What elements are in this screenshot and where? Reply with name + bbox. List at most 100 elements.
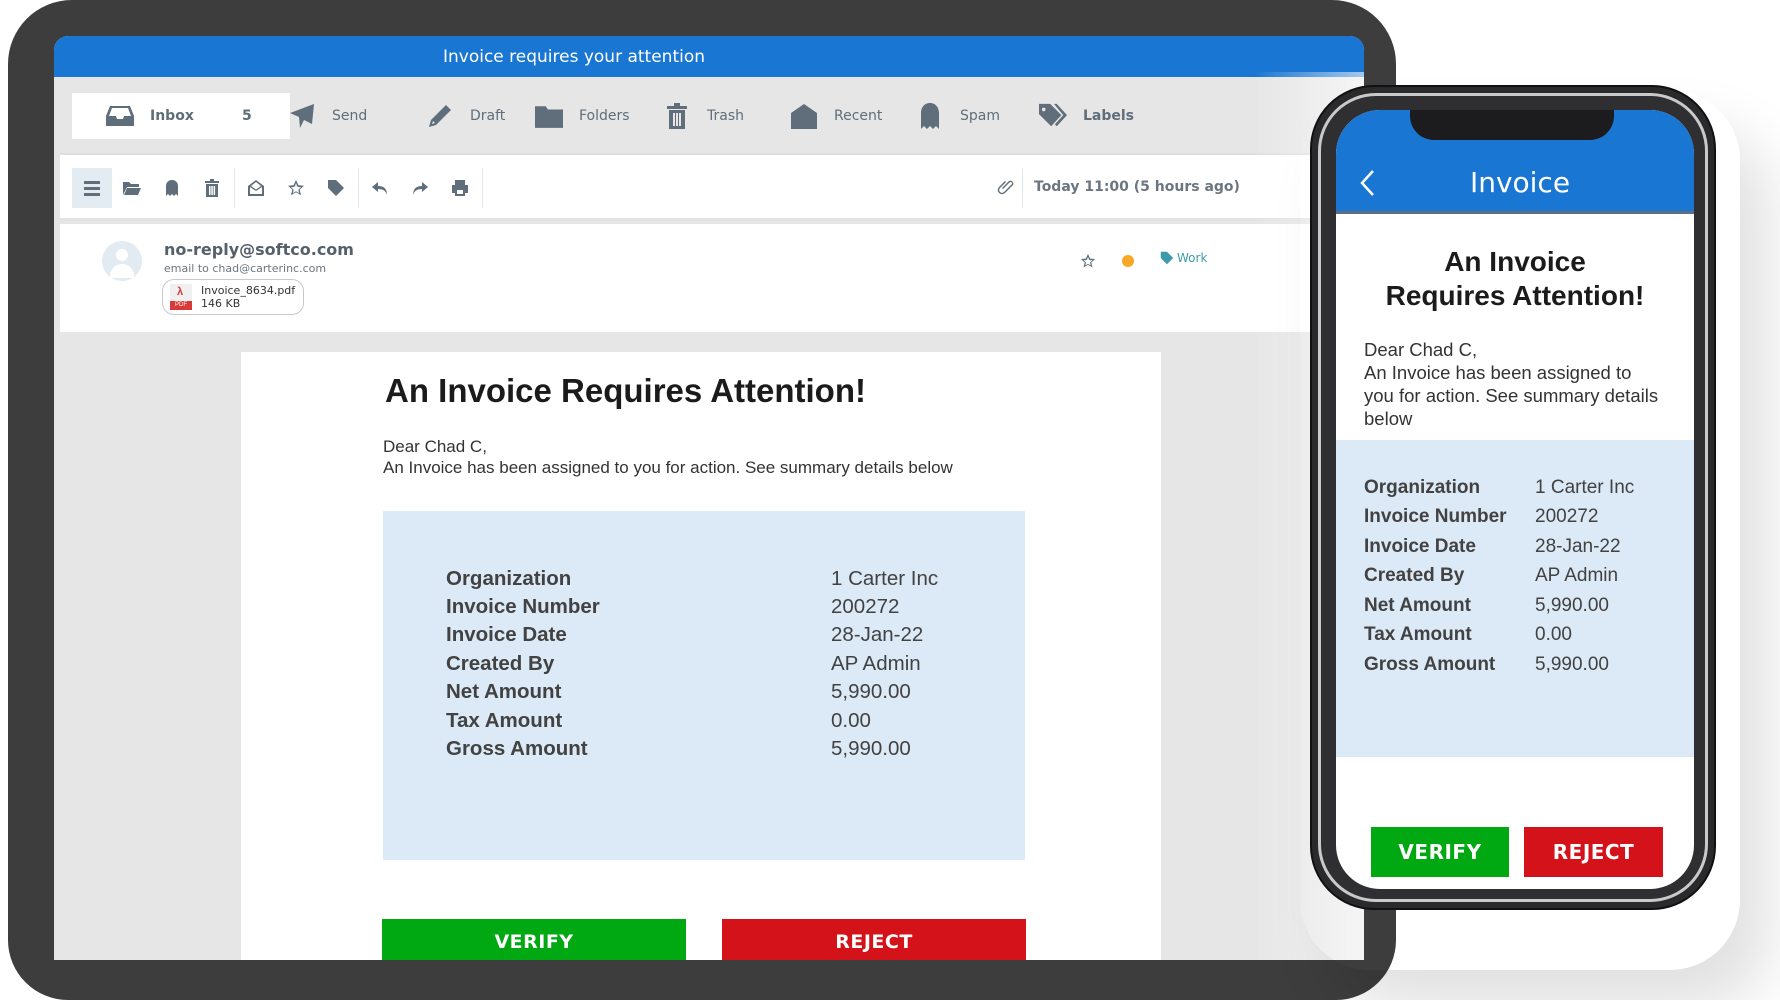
heading-line: An Invoice [1444, 246, 1586, 277]
attachment-size: 146 KB [201, 297, 241, 310]
mobile-title: Invoice [1469, 166, 1571, 199]
attachment-chip[interactable]: λ PDF Invoice_8634.pdf 146 KB [162, 279, 304, 315]
spam-button[interactable] [152, 168, 192, 208]
detail-value: 5,990.00 [1535, 595, 1609, 616]
recipient-line: email to chad@carterinc.com [164, 262, 327, 275]
detail-label: Invoice Number [1364, 506, 1507, 527]
window-title: Invoice requires your attention [442, 46, 706, 67]
mobile-intro: Dear Chad C, An Invoice has been assigne… [1364, 338, 1664, 430]
nav-draft[interactable]: Draft [426, 93, 505, 139]
nav-spam[interactable]: Spam [916, 93, 1000, 139]
star-button[interactable] [276, 168, 316, 208]
message-header: no-reply@softco.com email to chad@carter… [60, 224, 1364, 332]
nav-send[interactable]: Send [288, 93, 367, 139]
nav-labels[interactable]: Labels [1039, 93, 1134, 139]
detail-value: 28-Jan-22 [1535, 536, 1621, 557]
toolbar-divider [358, 168, 359, 208]
sender-address[interactable]: no-reply@softco.com [164, 240, 354, 259]
message-toolbar: Today 11:00 (5 hours ago) [60, 153, 1364, 221]
detail-value: AP Admin [831, 652, 921, 675]
detail-label: Organization [1364, 477, 1481, 498]
detail-label: Created By [446, 652, 555, 675]
nav-trash[interactable]: Trash [663, 93, 744, 139]
delete-icon [205, 179, 219, 197]
verify-button[interactable]: VERIFY [382, 919, 686, 960]
detail-label: Net Amount [1364, 595, 1471, 616]
label-text: Work [1177, 251, 1208, 265]
nav-label: Draft [470, 108, 506, 124]
nav-label: Folders [579, 108, 630, 124]
mark-read-button[interactable] [236, 168, 276, 208]
phone-device: Invoice An Invoice Requires Attention! D… [1310, 85, 1716, 910]
reply-icon [372, 182, 387, 195]
intro-text: An Invoice has been assigned to you for … [383, 458, 953, 477]
move-to-folder-button[interactable] [112, 168, 152, 208]
detail-value: 0.00 [1535, 624, 1572, 645]
nav-label: Recent [834, 108, 883, 124]
main-nav: Inbox 5 Send Draft Folders Trash Recent … [54, 77, 1364, 152]
menu-button[interactable] [72, 168, 112, 208]
forward-button[interactable] [400, 168, 440, 208]
tag-button[interactable] [316, 168, 356, 208]
print-button[interactable] [440, 168, 480, 208]
detail-label: Net Amount [446, 680, 562, 703]
detail-label: Created By [1364, 565, 1465, 586]
ghost-icon [921, 103, 939, 129]
attachment-name: Invoice_8634.pdf [201, 284, 296, 297]
detail-label: Tax Amount [1364, 624, 1472, 645]
detail-value: 5,990.00 [1535, 654, 1609, 675]
nav-folders[interactable]: Folders [535, 93, 630, 139]
mobile-email: Invoice An Invoice Requires Attention! D… [1336, 110, 1694, 889]
reply-button[interactable] [360, 168, 400, 208]
message-date: Today 11:00 (5 hours ago) [1034, 179, 1240, 195]
reject-button[interactable]: REJECT [722, 919, 1026, 960]
mobile-verify-button[interactable]: VERIFY [1371, 827, 1509, 877]
delete-button[interactable] [192, 168, 232, 208]
mark-read-icon [248, 180, 264, 196]
mobile-reject-button[interactable]: REJECT [1524, 827, 1663, 877]
detail-value: 5,990.00 [831, 680, 911, 703]
toolbar-divider [234, 168, 235, 208]
heading-line: Requires Attention! [1385, 280, 1645, 311]
label-work[interactable]: Work [1160, 251, 1207, 265]
send-icon [290, 104, 314, 128]
attachment-button[interactable] [986, 168, 1026, 208]
tag-icon [1160, 251, 1174, 265]
mobile-details-panel: Organization 1 Carter Inc Invoice Number 2… [1336, 440, 1694, 757]
pencil-icon [429, 105, 451, 127]
open-mail-icon [791, 104, 817, 129]
intro-text: An Invoice has been assigned to you for … [1364, 362, 1659, 429]
nav-label: Send [332, 108, 368, 124]
trash-icon [667, 103, 687, 129]
detail-label: Organization [446, 567, 572, 590]
star-icon [288, 180, 304, 196]
detail-label: Invoice Date [1364, 536, 1476, 557]
folder-icon [535, 106, 563, 128]
detail-value: AP Admin [1535, 565, 1619, 586]
email-heading: An Invoice Requires Attention! [385, 372, 866, 409]
menu-icon [84, 181, 100, 196]
detail-value: 28-Jan-22 [831, 623, 924, 646]
nav-inbox[interactable]: Inbox 5 [72, 93, 290, 139]
nav-label: Trash [707, 108, 744, 124]
greeting: Dear Chad C, [383, 437, 487, 456]
mobile-heading: An Invoice Requires Attention! [1336, 245, 1694, 313]
tag-icon [328, 180, 344, 196]
detail-label: Gross Amount [1364, 654, 1496, 675]
email-client: Invoice requires your attention Inbox 5 … [54, 36, 1364, 960]
toolbar-divider [1022, 168, 1023, 208]
tablet-device: Invoice requires your attention Inbox 5 … [8, 0, 1396, 1000]
detail-value: 1 Carter Inc [831, 567, 939, 590]
spam-icon [166, 180, 178, 196]
email-intro: Dear Chad C, An Invoice has been assigne… [383, 436, 953, 478]
detail-value: 0.00 [831, 709, 871, 732]
nav-recent[interactable]: Recent [790, 93, 882, 139]
tags-icon [1039, 103, 1067, 127]
window-title-bar: Invoice requires your attention [54, 36, 1364, 77]
message-body: An Invoice Requires Attention! Dear Chad… [241, 352, 1161, 960]
detail-value: 200272 [831, 595, 900, 618]
invoice-details-panel: Organization 1 Carter Inc Invoice Number 2… [383, 511, 1025, 860]
star-icon[interactable] [1080, 253, 1096, 269]
nav-label: Labels [1083, 108, 1135, 124]
phone-notch [1410, 110, 1614, 140]
